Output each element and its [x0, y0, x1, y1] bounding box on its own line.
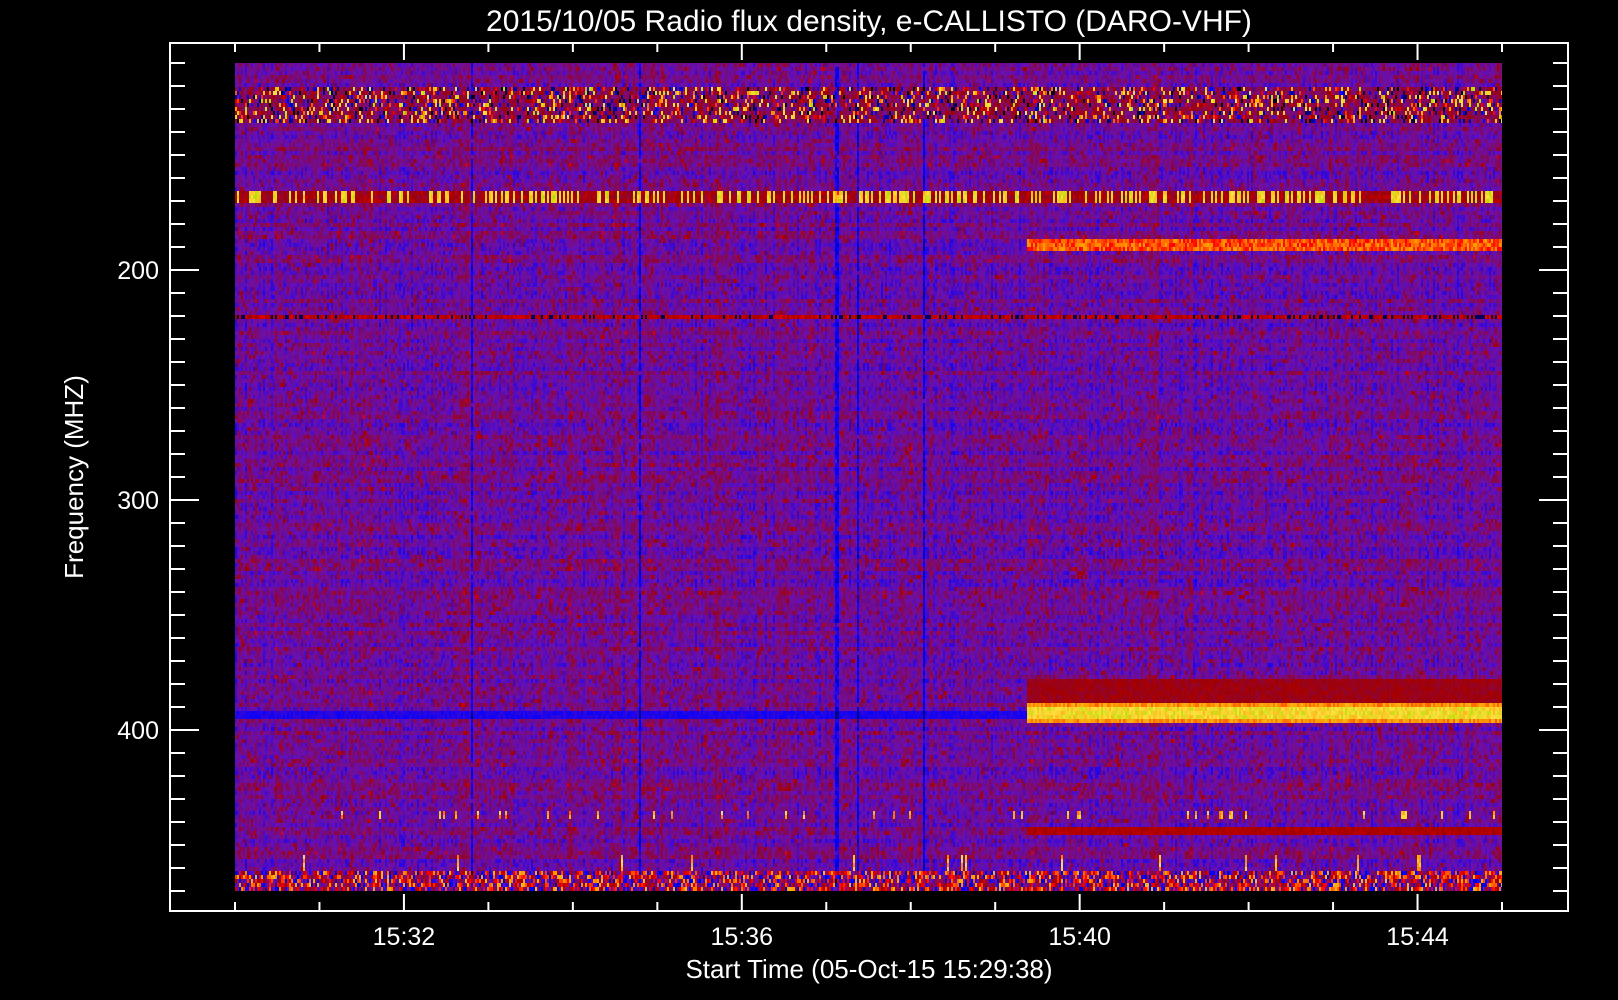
y-tick-label: 400 [117, 717, 159, 745]
x-tick-label: 15:44 [1386, 923, 1449, 951]
y-axis-label: Frequency (MHZ) [59, 375, 89, 579]
plot-frame [169, 42, 1569, 912]
x-tick-label: 15:36 [711, 923, 774, 951]
y-tick-label: 200 [117, 257, 159, 285]
x-tick-label: 15:40 [1048, 923, 1111, 951]
y-tick-label: 300 [117, 487, 159, 515]
chart-title: 2015/10/05 Radio flux density, e-CALLIST… [486, 5, 1252, 38]
x-axis-label: Start Time (05-Oct-15 15:29:38) [685, 954, 1052, 984]
axis-ticks: 15:32 15:36 15:40 15:44 200 300 400 [117, 43, 1568, 951]
chart-axes: 2015/10/05 Radio flux density, e-CALLIST… [59, 5, 1569, 984]
x-tick-label: 15:32 [373, 923, 436, 951]
